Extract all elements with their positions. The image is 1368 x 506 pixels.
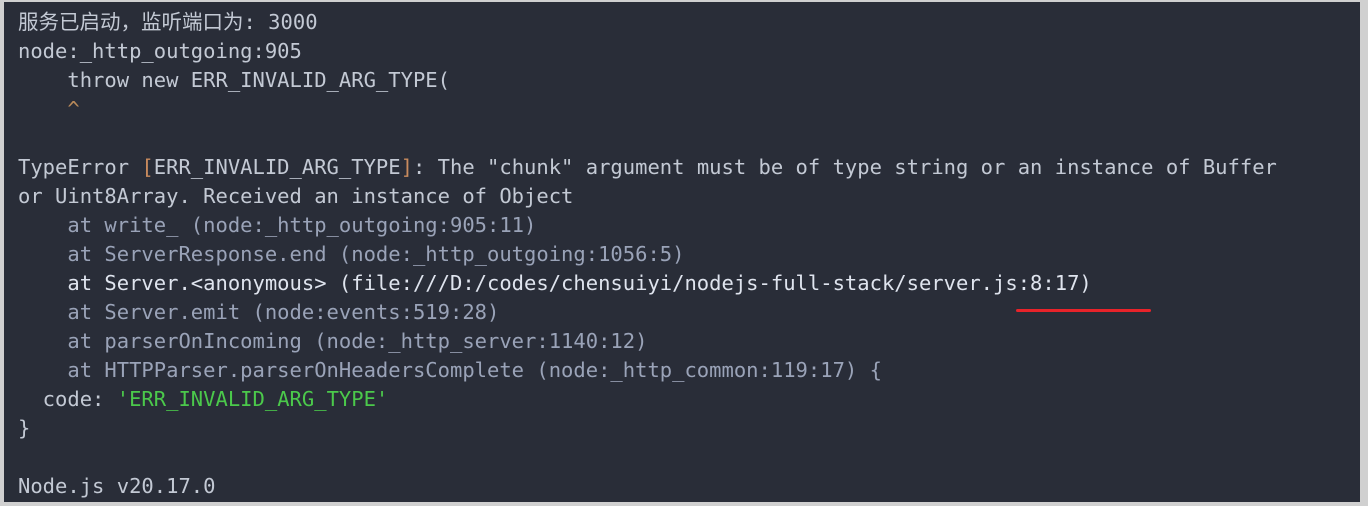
terminal-output-pane[interactable]: 服务已启动，监听端口为: 3000 node:_http_outgoing:90… [4, 2, 1360, 502]
line-server-startup-message: 服务已启动，监听端口为: 3000 [18, 10, 318, 34]
line-caret-marker: ^ [18, 95, 1358, 124]
stack-frame-1: at ServerResponse.end (node:_http_outgoi… [18, 242, 685, 266]
stack-frame-3: at Server.emit (node:events:519:28) [18, 300, 500, 324]
error-code-name: ERR_INVALID_ARG_TYPE [153, 155, 401, 179]
error-code-close-bracket: ] [400, 155, 413, 179]
error-headline-prefix: TypeError [18, 155, 142, 179]
line-throw-statement: throw new ERR_INVALID_ARG_TYPE( [18, 68, 450, 92]
red-underline-annotation [1016, 309, 1151, 312]
stack-frame-4: at parserOnIncoming (node:_http_server:1… [18, 329, 648, 353]
line-node-version: Node.js v20.17.0 [18, 474, 216, 498]
code-property-value: 'ERR_INVALID_ARG_TYPE' [116, 387, 389, 411]
terminal-text-block: 服务已启动，监听端口为: 3000 node:_http_outgoing:90… [18, 8, 1358, 501]
line-blank-1 [18, 124, 1358, 153]
stack-frame-0: at write_ (node:_http_outgoing:905:11) [18, 213, 537, 237]
window-edge-right [1360, 0, 1368, 506]
window-edge-top [0, 0, 1368, 2]
stack-frame-5: at HTTPParser.parserOnHeadersComplete (n… [18, 358, 882, 382]
line-code-property: code: 'ERR_INVALID_ARG_TYPE' [18, 385, 1358, 414]
line-object-close-brace: } [18, 416, 31, 440]
window-edge-left [0, 0, 4, 506]
error-headline-suffix: : The "chunk" argument must be of type s… [412, 155, 1277, 179]
code-property-label: code: [18, 387, 117, 411]
line-blank-2 [18, 443, 1358, 472]
window-edge-bottom [0, 502, 1368, 506]
stack-frame-2-user-code: at Server.<anonymous> (file:///D:/codes/… [18, 271, 1092, 295]
line-error-headline-wrap: or Uint8Array. Received an instance of O… [18, 184, 574, 208]
line-error-source-location: node:_http_outgoing:905 [18, 39, 302, 63]
error-code-open-bracket: [ [141, 155, 154, 179]
caret-glyph: ^ [18, 97, 80, 121]
line-error-headline: TypeError [ERR_INVALID_ARG_TYPE]: The "c… [18, 153, 1358, 182]
terminal-screenshot: 服务已启动，监听端口为: 3000 node:_http_outgoing:90… [0, 0, 1368, 506]
